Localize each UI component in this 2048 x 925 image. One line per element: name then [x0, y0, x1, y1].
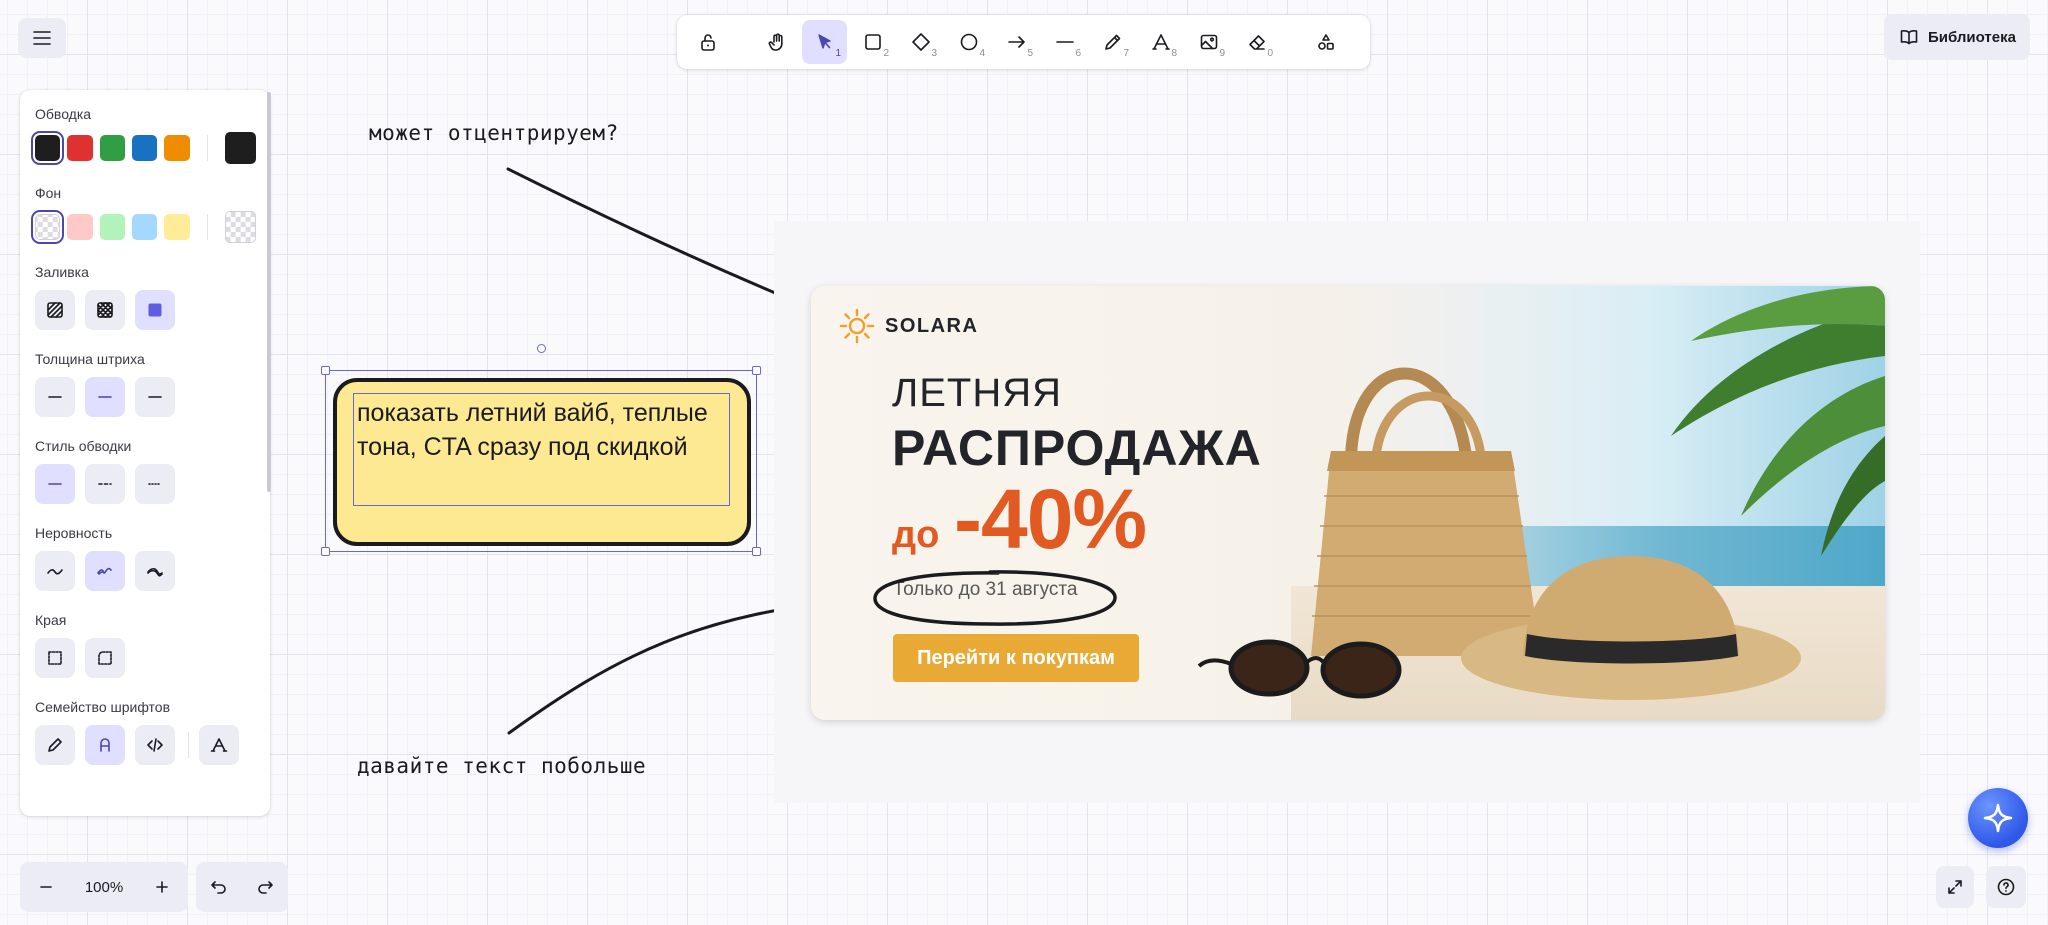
annotation-ellipse[interactable]: [870, 568, 1120, 628]
resize-handle-sw[interactable]: [321, 547, 330, 556]
help-icon: [1997, 878, 2015, 896]
zoom-value[interactable]: 100%: [85, 879, 123, 896]
brand-logo: SOLARA: [839, 308, 978, 344]
redo-button[interactable]: [248, 870, 282, 904]
resize-handle-se[interactable]: [752, 547, 761, 556]
zoom-controls: 100%: [20, 862, 188, 912]
banner-discount: -40%: [954, 472, 1147, 566]
sun-icon: [839, 308, 875, 344]
banner-headline-2: РАСПРОДАЖА: [892, 420, 1262, 476]
annotation-top[interactable]: может отцентрируем?: [369, 121, 619, 145]
fullscreen-button[interactable]: [1936, 866, 1974, 908]
resize-handle-ne[interactable]: [752, 366, 761, 375]
banner-discount-prefix: до: [892, 514, 940, 556]
palm-leaf-icon: [1671, 286, 1885, 556]
banner-headline-1: ЛЕТНЯЯ: [892, 371, 1063, 415]
undo-icon: [211, 881, 226, 894]
banner-cta-button: Перейти к покупкам: [893, 634, 1139, 682]
zoom-in-button[interactable]: [146, 871, 178, 903]
minus-icon: [40, 886, 52, 888]
sticky-note-text[interactable]: показать летний вайб, теплые тона, CTA с…: [357, 396, 729, 464]
annotation-bottom[interactable]: давайте текст побольше: [357, 754, 646, 778]
straw-bag-icon: [1311, 367, 1541, 656]
history-controls: [196, 862, 288, 912]
brand-name: SOLARA: [885, 314, 979, 337]
redo-icon: [258, 881, 273, 894]
banner-image[interactable]: SOLARA ЛЕТНЯЯ РАСПРОДАЖА до -40% Только …: [811, 286, 1885, 720]
expand-icon: [1948, 880, 1962, 894]
help-button[interactable]: [1986, 866, 2026, 908]
sparkle-icon: [1983, 803, 2013, 833]
ai-assistant-button[interactable]: [1968, 788, 2028, 848]
plus-icon: [156, 881, 168, 893]
rotate-handle[interactable]: [537, 344, 546, 353]
resize-handle-nw[interactable]: [321, 366, 330, 375]
sunglasses-icon: [1197, 639, 1402, 699]
undo-button[interactable]: [202, 870, 236, 904]
zoom-out-button[interactable]: [30, 871, 62, 903]
